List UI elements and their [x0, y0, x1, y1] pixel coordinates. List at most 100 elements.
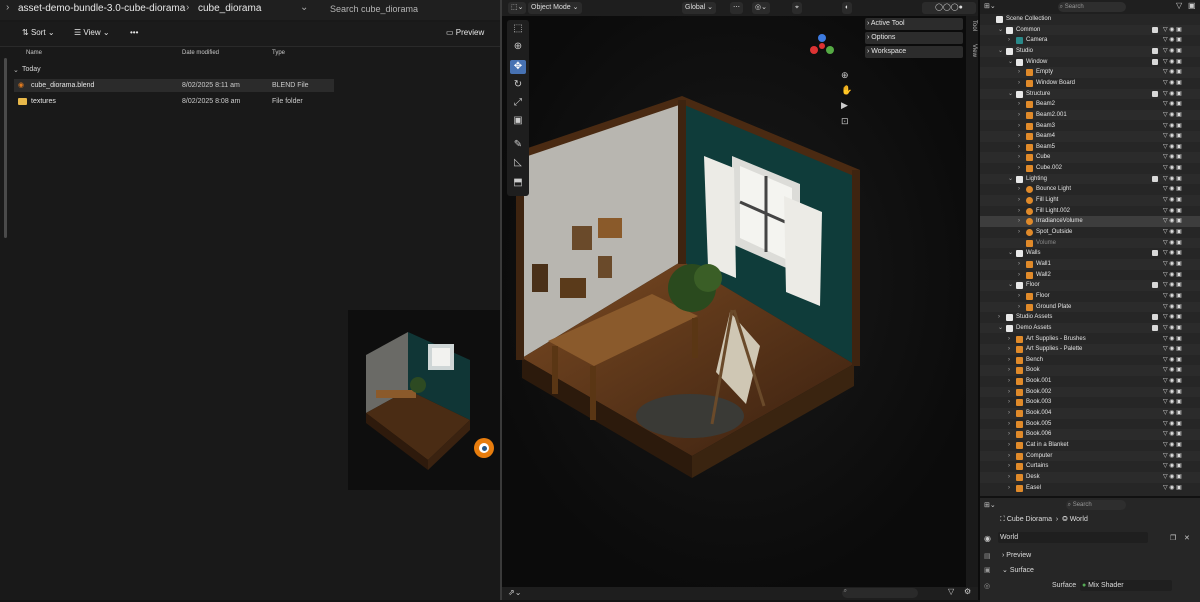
chevron-right-icon[interactable]: › [1008, 472, 1010, 483]
outliner-row[interactable]: › Book.001 ▽ ◉ ▣ [980, 376, 1200, 387]
outliner-row[interactable]: › Desk ▽ ◉ ▣ [980, 471, 1200, 483]
select-tool-icon[interactable]: ⬚ [510, 22, 526, 36]
visibility-toggles-icon[interactable]: ▽ ◉ ▣ [1163, 67, 1182, 78]
tab-tool[interactable]: Tool [967, 20, 977, 31]
visibility-toggles-icon[interactable]: ▽ ◉ ▣ [1163, 323, 1182, 334]
outliner-row[interactable]: › Floor ▽ ◉ ▣ [980, 291, 1200, 302]
visibility-toggles-icon[interactable]: ▽ ◉ ▣ [1163, 99, 1182, 110]
tab-view[interactable]: View [967, 44, 977, 57]
outliner-row[interactable]: › Easel ▽ ◉ ▣ [980, 483, 1200, 494]
world-datablock-field[interactable]: World [998, 532, 1148, 543]
file-row[interactable]: ◉ cube_diorama.blend 8/02/2025 8:11 am B… [14, 79, 334, 92]
outliner-row[interactable]: › Book.003 ▽ ◉ ▣ [980, 397, 1200, 408]
outliner-row[interactable]: › Beam4 ▽ ◉ ▣ [980, 131, 1200, 142]
visibility-toggles-icon[interactable]: ▽ ◉ ▣ [1163, 89, 1182, 100]
visibility-toggles-icon[interactable]: ▽ ◉ ▣ [1163, 152, 1182, 163]
rotate-tool-icon[interactable]: ↻ [510, 78, 526, 92]
visibility-toggles-icon[interactable]: ▽ ◉ ▣ [1163, 110, 1182, 121]
outliner-row[interactable]: › Computer ▽ ◉ ▣ [980, 450, 1200, 462]
pan-hand-icon[interactable]: ✋ [841, 85, 852, 96]
exclude-checkbox[interactable] [1152, 58, 1158, 65]
chevron-right-icon[interactable]: › [1018, 131, 1020, 142]
visibility-toggles-icon[interactable]: ▽ ◉ ▣ [1163, 121, 1182, 132]
outliner-row[interactable]: › Wall2 ▽ ◉ ▣ [980, 270, 1200, 281]
chevron-down-icon[interactable]: ⌄ [1008, 280, 1013, 291]
chevron-right-icon[interactable]: › [1008, 376, 1010, 387]
exclude-checkbox[interactable] [1152, 175, 1158, 182]
outliner-row[interactable]: ⌄ Walls ▽ ◉ ▣ [980, 248, 1200, 259]
outliner-row[interactable]: ⌄ Structure ▽ ◉ ▣ [980, 88, 1200, 100]
panel-options[interactable]: › Options [865, 32, 963, 44]
visibility-toggles-icon[interactable]: ▽ ◉ ▣ [1163, 376, 1182, 387]
cursor-tool-icon[interactable]: ⊕ [510, 40, 526, 54]
exclude-checkbox[interactable] [1152, 26, 1158, 33]
exclude-checkbox[interactable] [1152, 250, 1158, 257]
visibility-toggles-icon[interactable]: ▽ ◉ ▣ [1163, 174, 1182, 185]
visibility-toggles-icon[interactable]: ▽ ◉ ▣ [1163, 483, 1182, 494]
editor-type-button[interactable]: ⬚⌄ [508, 2, 527, 14]
chevron-right-icon[interactable]: › [1008, 35, 1010, 46]
visibility-toggles-icon[interactable]: ▽ ◉ ▣ [1163, 302, 1182, 313]
outliner-row[interactable]: › Camera ▽ ◉ ▣ [980, 35, 1200, 46]
panel-active-tool[interactable]: › Active Tool [865, 18, 963, 30]
chevron-down-icon[interactable]: ⌄ [998, 25, 1003, 36]
chevron-down-icon[interactable]: ⌄ [998, 323, 1003, 334]
more-options-button[interactable]: ••• [130, 28, 138, 37]
outliner-row[interactable]: ⌄ Window ▽ ◉ ▣ [980, 57, 1200, 68]
outliner-row[interactable]: › Book.005 ▽ ◉ ▣ [980, 419, 1200, 430]
visibility-toggles-icon[interactable]: ▽ ◉ ▣ [1163, 312, 1182, 323]
visibility-toggles-icon[interactable]: ▽ ◉ ▣ [1163, 440, 1182, 451]
outliner-row[interactable]: › Beam2 ▽ ◉ ▣ [980, 99, 1200, 110]
outliner-row[interactable]: › Art Supplies - Palette ▽ ◉ ▣ [980, 344, 1200, 355]
scale-tool-icon[interactable]: ⤢ [510, 96, 526, 110]
chevron-right-icon[interactable]: › [1018, 291, 1020, 302]
display-mode-icon[interactable]: ⊞⌄ [984, 2, 996, 10]
chevron-right-icon[interactable]: › [1018, 302, 1020, 313]
chevron-right-icon[interactable]: › [1018, 163, 1020, 174]
chevron-right-icon[interactable]: › [1018, 216, 1020, 227]
chevron-right-icon[interactable]: › [1008, 365, 1010, 376]
chevron-right-icon[interactable]: › [1018, 110, 1020, 121]
lock-icon[interactable]: ⊡ [841, 116, 849, 127]
scene-breadcrumb[interactable]: ⛶ Cube Diorama › ◎ World [1000, 516, 1088, 524]
visibility-toggles-icon[interactable]: ▽ ◉ ▣ [1163, 248, 1182, 259]
object-mode-dropdown[interactable]: Object Mode ⌄ [528, 2, 582, 14]
visibility-toggles-icon[interactable]: ▽ ◉ ▣ [1163, 397, 1182, 408]
visibility-toggles-icon[interactable]: ▽ ◉ ▣ [1163, 216, 1182, 227]
chevron-right-icon[interactable]: › [1018, 259, 1020, 270]
visibility-toggles-icon[interactable]: ▽ ◉ ▣ [1163, 429, 1182, 440]
view-button[interactable]: ☰ View ⌄ [74, 28, 110, 37]
chevron-right-icon[interactable]: › [1008, 355, 1010, 366]
chevron-right-icon[interactable]: › [1008, 334, 1010, 345]
outliner-row[interactable]: › Ground Plate ▽ ◉ ▣ [980, 301, 1200, 313]
breadcrumb-folder-root[interactable]: asset-demo-bundle-3.0-cube-diorama [18, 3, 185, 14]
visibility-toggles-icon[interactable]: ▽ ◉ ▣ [1163, 408, 1182, 419]
visibility-toggles-icon[interactable]: ▽ ◉ ▣ [1163, 334, 1182, 345]
outliner-row[interactable]: › Cube.002 ▽ ◉ ▣ [980, 163, 1200, 174]
outliner-row[interactable]: › IrradianceVolume ▽ ◉ ▣ [980, 216, 1200, 227]
column-header-type[interactable]: Type [272, 50, 285, 56]
chevron-down-icon[interactable]: ⌄ [300, 2, 308, 13]
chevron-right-icon[interactable]: › [1018, 152, 1020, 163]
chevron-down-icon[interactable]: ⌄ [13, 66, 19, 74]
visibility-toggles-icon[interactable]: ▽ ◉ ▣ [1163, 419, 1182, 430]
overlays-toggle[interactable]: ◐ [842, 2, 853, 14]
visibility-toggles-icon[interactable]: ▽ ◉ ▣ [1163, 270, 1182, 281]
move-tool-icon[interactable]: ✥ [510, 60, 526, 74]
transform-orientation-dropdown[interactable]: Global ⌄ [682, 2, 717, 14]
outliner-row[interactable]: › Book.004 ▽ ◉ ▣ [980, 408, 1200, 419]
visibility-toggles-icon[interactable]: ▽ ◉ ▣ [1163, 35, 1182, 46]
chevron-right-icon[interactable]: › [1008, 344, 1010, 355]
breadcrumb-folder-current[interactable]: cube_diorama [198, 3, 261, 14]
chevron-right-icon[interactable]: › [1018, 227, 1020, 238]
outliner-row[interactable]: › Wall1 ▽ ◉ ▣ [980, 258, 1200, 270]
scrollbar[interactable] [4, 58, 7, 238]
outliner-row[interactable]: › Spot_Outside ▽ ◉ ▣ [980, 227, 1200, 238]
visibility-toggles-icon[interactable]: ▽ ◉ ▣ [1163, 227, 1182, 238]
chevron-right-icon[interactable]: › [1018, 142, 1020, 153]
chevron-right-icon[interactable]: › [1008, 440, 1010, 451]
visibility-toggles-icon[interactable]: ▽ ◉ ▣ [1163, 472, 1182, 483]
outliner-row[interactable]: Volume ▽ ◉ ▣ [980, 237, 1200, 249]
outliner-row[interactable]: › Window Board ▽ ◉ ▣ [980, 78, 1200, 89]
outliner-row[interactable]: › Empty ▽ ◉ ▣ [980, 67, 1200, 78]
